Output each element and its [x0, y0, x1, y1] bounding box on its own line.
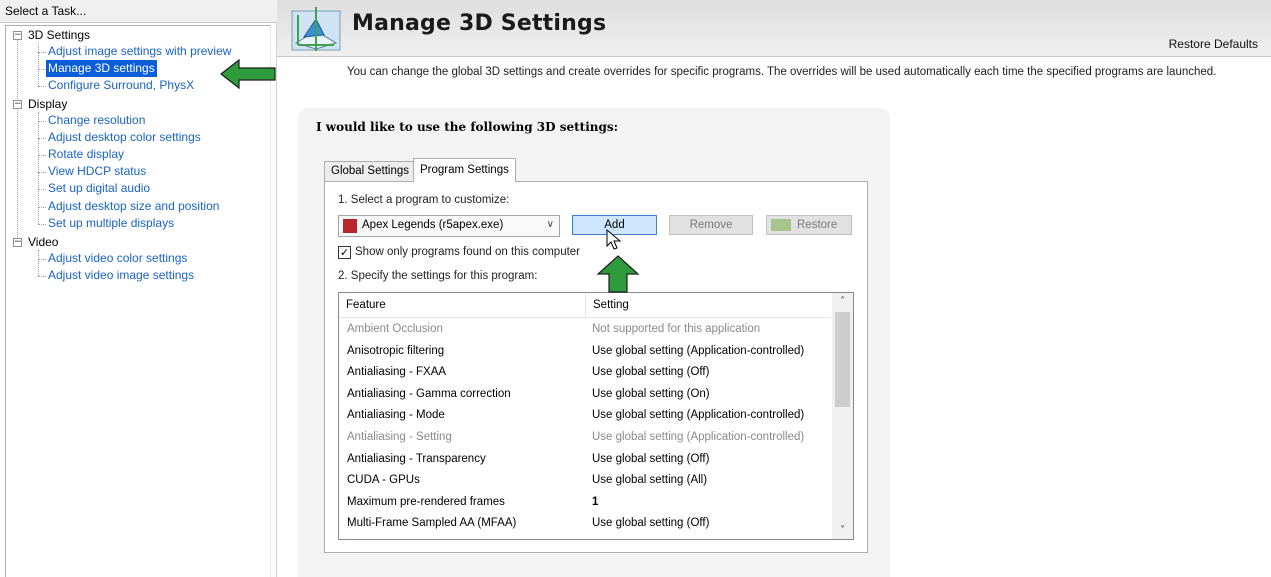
task-change-resolution[interactable]: Change resolution [48, 112, 145, 129]
feature-name: Antialiasing - Transparency [347, 452, 486, 465]
feature-setting: Use global setting (Application-controll… [592, 431, 805, 443]
annotation-arrow-up-icon [596, 255, 640, 293]
tree-line [38, 189, 46, 190]
settings-row[interactable]: Ambient Occlusion Not supported for this… [339, 319, 831, 341]
restore-defaults-link[interactable]: Restore Defaults [1169, 37, 1258, 51]
list-header: Feature Setting [339, 293, 831, 318]
restore-button-label: Restore [797, 219, 838, 231]
feature-name: Ambient Occlusion [347, 323, 443, 335]
feature-name: Antialiasing - Mode [347, 409, 445, 422]
settings-row[interactable]: Antialiasing - Gamma correction Use glob… [339, 384, 831, 406]
nvidia-logo-icon [771, 219, 791, 231]
task-manage-3d-settings[interactable]: Manage 3D settings [46, 60, 157, 77]
feature-name: Maximum pre-rendered frames [347, 495, 505, 508]
step2-label: 2. Specify the settings for this program… [338, 270, 538, 282]
settings-list[interactable]: Feature Setting Ambient Occlusion Not su… [338, 292, 854, 540]
feature-name: Antialiasing - FXAA [347, 366, 447, 379]
list-scrollbar[interactable]: ˄ ˅ [832, 293, 853, 539]
settings-row[interactable]: Maximum pre-rendered frames 1 [339, 492, 831, 514]
restore-button[interactable]: Restore [766, 215, 852, 235]
tree-line [17, 40, 18, 247]
scroll-thumb[interactable] [835, 312, 850, 407]
program-select-value: Apex Legends (r5apex.exe) [362, 219, 504, 231]
tab-global-settings[interactable]: Global Settings [324, 161, 416, 181]
remove-button[interactable]: Remove [669, 215, 753, 235]
settings-row[interactable]: Antialiasing - Transparency Use global s… [339, 449, 831, 471]
tree-line [38, 207, 46, 208]
apex-legends-icon [343, 219, 357, 233]
collapse-display-icon[interactable]: − [13, 100, 22, 109]
program-settings-panel: 1. Select a program to customize: Apex L… [324, 181, 868, 553]
collapse-video-icon[interactable]: − [13, 238, 22, 247]
settings-row[interactable]: Multi-Frame Sampled AA (MFAA) Use global… [339, 513, 831, 535]
feature-name: Anisotropic filtering [347, 344, 445, 357]
tree-line [38, 69, 46, 70]
settings-row[interactable]: Antialiasing - Mode Use global setting (… [339, 405, 831, 427]
show-only-found-checkbox[interactable]: ✓ [338, 246, 351, 259]
main-content: Manage 3D Settings Restore Defaults You … [277, 0, 1271, 577]
task-view-hdcp-status[interactable]: View HDCP status [48, 163, 146, 180]
task-rotate-display[interactable]: Rotate display [48, 146, 124, 163]
tree-line [38, 86, 46, 87]
tree-line [38, 224, 46, 225]
tree-line [38, 52, 46, 53]
column-header-feature[interactable]: Feature [339, 293, 586, 318]
tree-line [38, 172, 46, 173]
chevron-down-icon: ∨ [546, 219, 554, 230]
tree-line [38, 259, 46, 260]
feature-setting: Use global setting (Off) [592, 452, 710, 465]
task-adjust-image-settings[interactable]: Adjust image settings with preview [48, 43, 231, 60]
feature-setting: Use global setting (Application-controll… [592, 344, 805, 357]
task-set-up-digital-audio[interactable]: Set up digital audio [48, 180, 150, 197]
task-set-up-multiple-displays[interactable]: Set up multiple displays [48, 215, 174, 232]
show-only-found-label[interactable]: Show only programs found on this compute… [355, 246, 580, 258]
feature-name: Antialiasing - Setting [347, 431, 452, 443]
category-display[interactable]: Display [28, 96, 67, 113]
feature-setting: Use global setting (Off) [592, 517, 710, 530]
step1-label: 1. Select a program to customize: [338, 194, 510, 206]
program-select[interactable]: Apex Legends (r5apex.exe) ∨ [338, 215, 560, 237]
tree-line [38, 155, 46, 156]
task-tree: − 3D Settings Adjust image settings with… [5, 25, 271, 577]
page-banner: Manage 3D Settings Restore Defaults [277, 0, 1271, 57]
category-video[interactable]: Video [28, 234, 58, 251]
feature-setting: Use global setting (All) [592, 474, 708, 487]
mouse-cursor-icon [606, 229, 622, 250]
settings-row[interactable]: Antialiasing - FXAA Use global setting (… [339, 362, 831, 384]
feature-name: CUDA - GPUs [347, 474, 420, 487]
column-header-setting[interactable]: Setting [586, 293, 831, 318]
page-title: Manage 3D Settings [352, 11, 607, 36]
feature-name: Antialiasing - Gamma correction [347, 387, 511, 400]
feature-setting: Not supported for this application [592, 323, 761, 335]
collapse-3d-settings-icon[interactable]: − [13, 31, 22, 40]
task-adjust-video-image[interactable]: Adjust video image settings [48, 267, 194, 284]
feature-setting: Use global setting (Application-controll… [592, 409, 805, 422]
task-configure-surround[interactable]: Configure Surround, PhysX [48, 77, 194, 94]
feature-setting: 1 [592, 495, 599, 508]
feature-name: Multi-Frame Sampled AA (MFAA) [347, 517, 517, 530]
category-3d-settings[interactable]: 3D Settings [28, 27, 90, 44]
annotation-arrow-left-icon [220, 58, 276, 90]
tree-line [38, 276, 46, 277]
scroll-up-icon[interactable]: ˄ [832, 293, 853, 310]
settings-row[interactable]: Antialiasing - Setting Use global settin… [339, 427, 831, 449]
tree-line [38, 43, 39, 86]
feature-setting: Use global setting (Off) [592, 366, 710, 379]
scroll-down-icon[interactable]: ˅ [832, 522, 853, 539]
tree-line [38, 250, 39, 276]
page-description: You can change the global 3D settings an… [347, 66, 1217, 78]
tree-line [38, 121, 46, 122]
task-pane-header: Select a Task... [0, 0, 277, 23]
task-adjust-video-color[interactable]: Adjust video color settings [48, 250, 187, 267]
settings-row[interactable]: CUDA - GPUs Use global setting (All) [339, 470, 831, 492]
tab-program-settings[interactable]: Program Settings [413, 158, 516, 182]
settings-row[interactable]: Anisotropic filtering Use global setting… [339, 341, 831, 363]
settings-heading: I would like to use the following 3D set… [316, 120, 619, 134]
task-adjust-desktop-color[interactable]: Adjust desktop color settings [48, 129, 201, 146]
task-adjust-desktop-size[interactable]: Adjust desktop size and position [48, 198, 219, 215]
feature-setting: Use global setting (On) [592, 387, 710, 400]
3d-settings-icon [291, 7, 341, 51]
tree-line [38, 138, 46, 139]
